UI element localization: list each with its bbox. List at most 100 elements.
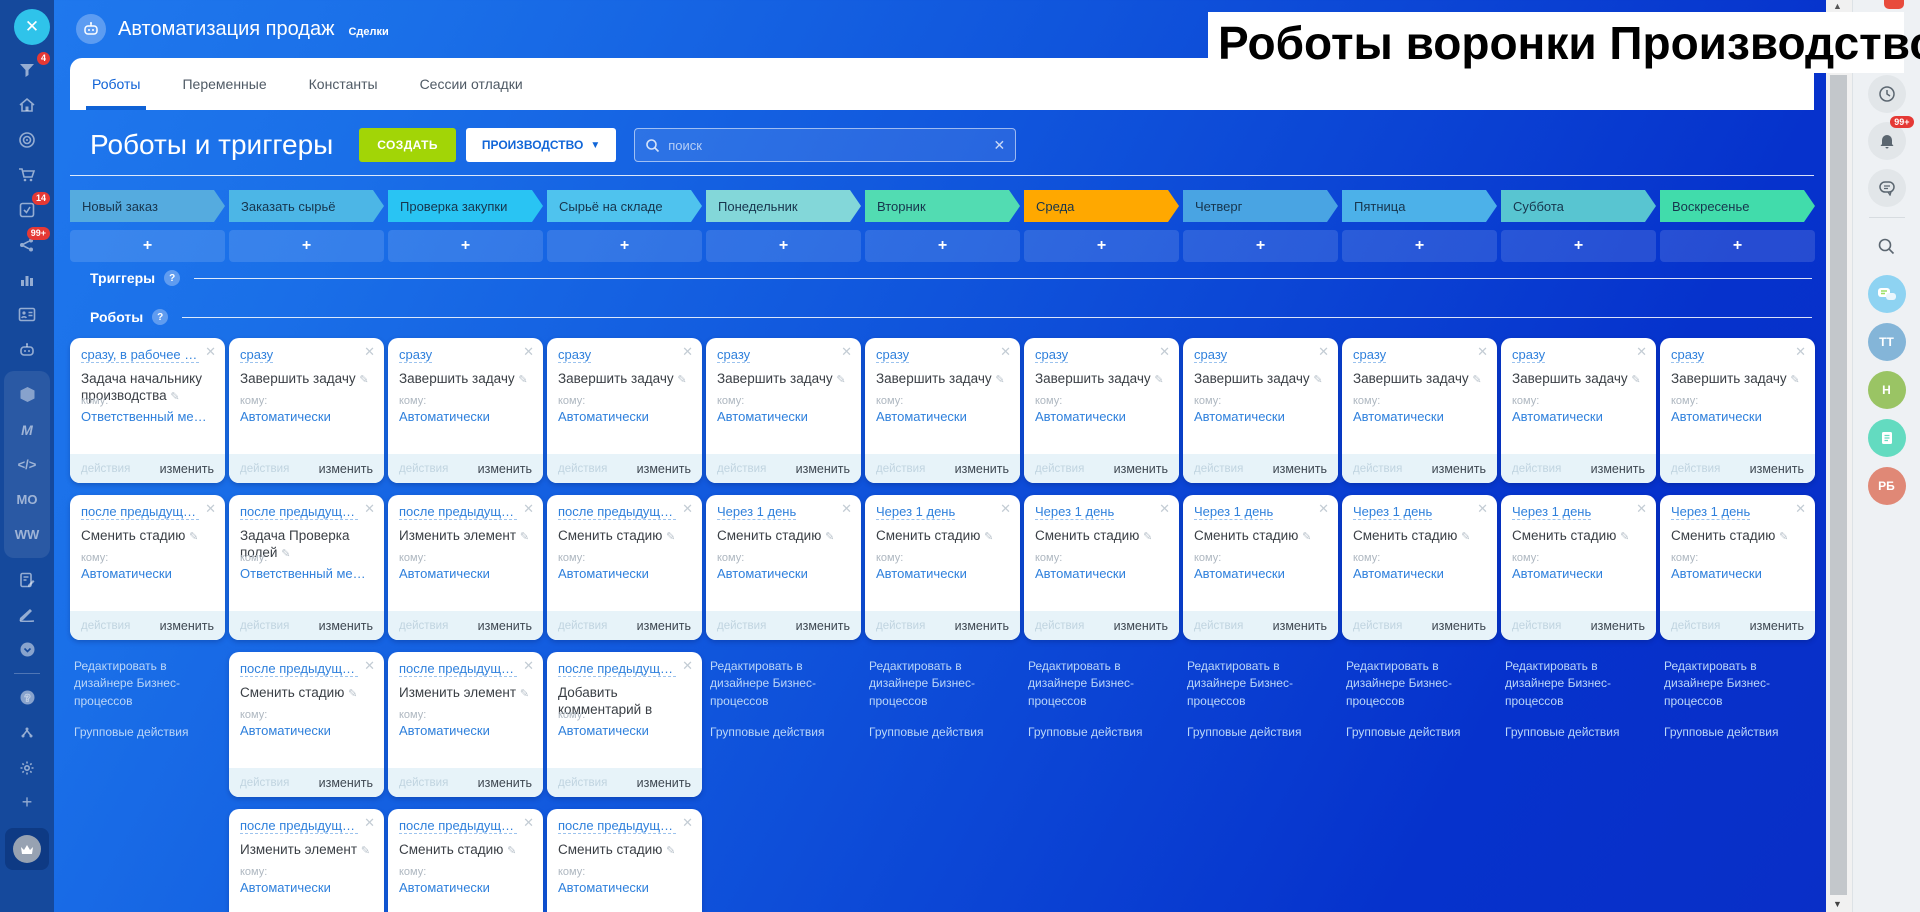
robot-card[interactable]: после предыдущего ✕ Сменить стадию ✎ кому: А… <box>70 495 225 640</box>
chat-dialog-icon[interactable] <box>1867 169 1906 207</box>
edit-robot-link[interactable]: изменить <box>478 776 532 790</box>
tab-переменные[interactable]: Переменные <box>182 58 266 110</box>
assignee-link[interactable]: Автоматически <box>240 880 331 895</box>
close-icon[interactable]: ✕ <box>682 816 693 829</box>
robot-card[interactable]: Через 1 день ✕ Сменить стадию ✎ кому: Автома… <box>706 495 861 640</box>
chart-icon[interactable] <box>0 262 54 297</box>
close-icon[interactable]: ✕ <box>1636 345 1647 358</box>
actions-menu-link[interactable]: действия <box>558 777 607 789</box>
document-avatar-icon[interactable] <box>1867 419 1906 457</box>
edit-robot-link[interactable]: изменить <box>1432 462 1486 476</box>
circle-chevron-icon[interactable] <box>0 632 54 667</box>
robot-when-link[interactable]: после предыдущего, п... <box>558 504 676 520</box>
tab-роботы[interactable]: Роботы <box>85 58 148 110</box>
designer-link[interactable]: Редактировать в дизайнере Бизнес-процесс… <box>1028 658 1175 710</box>
group-actions-link[interactable]: Групповые действия <box>1187 724 1334 741</box>
stage-header[interactable]: Сырьё на складе <box>547 190 702 222</box>
robot-card[interactable]: после предыдущего, п... ✕ Сменить стадию ✎… <box>229 652 384 797</box>
robot-card[interactable]: Через 1 день ✕ Сменить стадию ✎ кому: Автома… <box>1024 495 1179 640</box>
actions-menu-link[interactable]: действия <box>399 463 448 475</box>
stage-header[interactable]: Заказать сырьё <box>229 190 384 222</box>
add-robot-button[interactable]: + <box>1501 230 1656 262</box>
stage-header[interactable]: Понедельник <box>706 190 861 222</box>
robot-when-link[interactable]: Через 1 день <box>1035 504 1115 520</box>
actions-menu-link[interactable]: действия <box>876 620 925 632</box>
sign-pen-icon[interactable] <box>0 597 54 632</box>
tab-сессии-отладки[interactable]: Сессии отладки <box>420 58 523 110</box>
group-actions-link[interactable]: Групповые действия <box>74 724 221 741</box>
robot-card[interactable]: сразу ✕ Завершить задачу ✎ кому: Автоматичес… <box>1183 338 1338 483</box>
robot-card[interactable]: сразу ✕ Завершить задачу ✎ кому: Автоматичес… <box>229 338 384 483</box>
edit-robot-link[interactable]: изменить <box>478 462 532 476</box>
assignee-link[interactable]: Автоматически <box>240 723 331 738</box>
edit-robot-link[interactable]: изменить <box>1750 462 1804 476</box>
actions-menu-link[interactable]: действия <box>240 777 289 789</box>
robot-when-link[interactable]: после предыдущего, п... <box>399 661 517 677</box>
edit-robot-link[interactable]: изменить <box>1591 462 1645 476</box>
actions-menu-link[interactable]: действия <box>81 620 130 632</box>
edit-pencil-icon[interactable]: ✎ <box>189 531 198 543</box>
robot-when-link[interactable]: после предыдущего, п... <box>558 818 676 834</box>
actions-menu-link[interactable]: действия <box>1035 463 1084 475</box>
designer-link[interactable]: Редактировать в дизайнере Бизнес-процесс… <box>1664 658 1811 710</box>
edit-pencil-icon[interactable]: ✎ <box>1779 531 1788 543</box>
robot-card[interactable]: сразу ✕ Завершить задачу ✎ кому: Автоматичес… <box>865 338 1020 483</box>
robot-card[interactable]: после предыдущего, п... ✕ Изменить элемент… <box>388 495 543 640</box>
close-icon[interactable]: ✕ <box>1795 502 1806 515</box>
close-icon[interactable]: ✕ <box>1318 502 1329 515</box>
actions-menu-link[interactable]: действия <box>717 620 766 632</box>
robot-card[interactable]: после предыдущего ✕ Изменить элемент ✎ кому… <box>229 809 384 912</box>
entity-link[interactable]: Сделки <box>348 26 388 38</box>
stage-header[interactable]: Новый заказ <box>70 190 225 222</box>
add-robot-button[interactable]: + <box>229 230 384 262</box>
assignee-link[interactable]: Автоматически <box>1512 566 1603 581</box>
actions-menu-link[interactable]: действия <box>1194 463 1243 475</box>
close-icon[interactable]: ✕ <box>1000 502 1011 515</box>
scroll-down-arrow[interactable]: ▼ <box>1833 899 1842 909</box>
tasks-icon[interactable]: 14 <box>0 192 54 227</box>
assignee-link[interactable]: Автоматически <box>1353 409 1444 424</box>
close-icon[interactable]: ✕ <box>523 345 534 358</box>
assignee-link[interactable]: Автоматически <box>558 880 649 895</box>
close-icon[interactable]: ✕ <box>205 345 216 358</box>
robot-when-link[interactable]: сразу <box>876 347 910 363</box>
rail-search-icon[interactable] <box>1868 227 1906 265</box>
robot-when-link[interactable]: Через 1 день <box>1194 504 1274 520</box>
edit-pencil-icon[interactable]: ✎ <box>359 374 368 386</box>
edit-robot-link[interactable]: изменить <box>637 462 691 476</box>
edit-robot-link[interactable]: изменить <box>319 776 373 790</box>
settings-gear-icon[interactable] <box>0 750 54 785</box>
create-button[interactable]: СОЗДАТЬ <box>359 128 456 162</box>
page-scrollbar[interactable]: ▲ ▼ <box>1826 0 1852 912</box>
robot-card[interactable]: сразу ✕ Завершить задачу ✎ кому: Автоматичес… <box>706 338 861 483</box>
close-icon[interactable]: ✕ <box>1477 345 1488 358</box>
add-menu-item-icon[interactable]: + <box>0 785 54 820</box>
home-icon[interactable] <box>0 87 54 122</box>
robot-card[interactable]: сразу ✕ Завершить задачу ✎ кому: Автоматичес… <box>388 338 543 483</box>
edit-pencil-icon[interactable]: ✎ <box>995 374 1004 386</box>
robot-when-link[interactable]: сразу <box>1194 347 1228 363</box>
actions-menu-link[interactable]: действия <box>81 463 130 475</box>
actions-menu-link[interactable]: действия <box>1353 620 1402 632</box>
edit-robot-link[interactable]: изменить <box>637 619 691 633</box>
edit-robot-link[interactable]: изменить <box>160 619 214 633</box>
group-actions-link[interactable]: Групповые действия <box>1505 724 1652 741</box>
scroll-up-arrow[interactable]: ▲ <box>1833 1 1842 11</box>
robot-icon[interactable] <box>0 332 54 367</box>
close-icon[interactable]: ✕ <box>1159 502 1170 515</box>
stage-header[interactable]: Вторник <box>865 190 1020 222</box>
robot-card[interactable]: после предыдущего, п... ✕ Сменить стадию ✎… <box>547 495 702 640</box>
robot-card[interactable]: Через 1 день ✕ Сменить стадию ✎ кому: Автома… <box>1183 495 1338 640</box>
close-icon[interactable]: ✕ <box>1318 345 1329 358</box>
close-icon[interactable]: ✕ <box>364 502 375 515</box>
target-icon[interactable] <box>0 122 54 157</box>
assignee-link[interactable]: Автоматически <box>399 880 490 895</box>
edit-pencil-icon[interactable]: ✎ <box>1631 374 1640 386</box>
edit-pencil-icon[interactable]: ✎ <box>984 531 993 543</box>
close-icon[interactable]: ✕ <box>1159 345 1170 358</box>
time-history-icon[interactable] <box>1867 75 1906 113</box>
add-robot-button[interactable]: + <box>865 230 1020 262</box>
assignee-link[interactable]: Автоматически <box>399 723 490 738</box>
actions-menu-link[interactable]: действия <box>558 620 607 632</box>
robot-card[interactable]: сразу ✕ Завершить задачу ✎ кому: Автоматичес… <box>1501 338 1656 483</box>
